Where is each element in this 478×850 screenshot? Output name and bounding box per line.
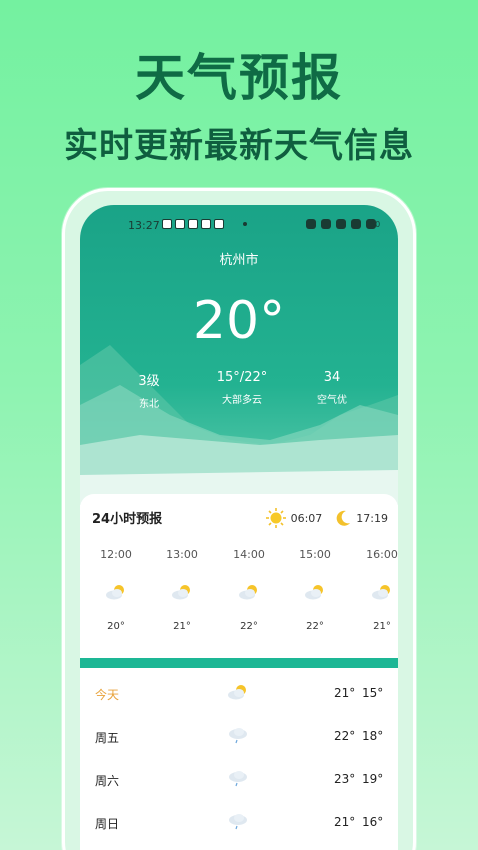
light-rain-icon	[229, 814, 247, 830]
app-notification-icon	[162, 219, 172, 229]
aqi-value: 34	[323, 370, 341, 385]
status-time: 13:27	[128, 219, 160, 232]
system-icons: 50	[306, 219, 380, 229]
network-icon	[351, 219, 361, 229]
hour-time: 13:00	[166, 548, 198, 561]
city-name[interactable]: 杭州市	[80, 249, 398, 268]
hour-temp: 20°	[107, 621, 125, 632]
day-label: 周五	[95, 731, 120, 745]
status-bar: 13:27 50	[80, 217, 398, 235]
hour-item: 15:00 22°	[285, 548, 345, 632]
sunset-time: 17:19	[356, 511, 388, 525]
day-high: 21°	[334, 686, 356, 700]
partly-cloudy-icon	[106, 585, 124, 600]
light-rain-icon	[229, 771, 247, 787]
hour-temp: 22°	[240, 621, 258, 632]
hour-item: 14:00 22°	[219, 548, 279, 632]
wifi-icon	[336, 219, 346, 229]
day-low: 18°	[362, 729, 384, 743]
day-high: 21°	[334, 815, 356, 829]
sunrise-time: 06:07	[290, 511, 323, 525]
day-label: 周六	[95, 774, 120, 788]
daily-row[interactable]: 周日 21° 16°	[80, 803, 398, 843]
mountain-illustration	[80, 345, 398, 505]
sun-icon	[265, 508, 286, 528]
partly-cloudy-icon	[172, 585, 190, 600]
app-notification-icon	[201, 219, 211, 229]
daily-row[interactable]: 周五 22° 18°	[80, 717, 398, 757]
sun-times: 06:07 17:19	[265, 507, 388, 529]
day-low: 16°	[362, 815, 384, 829]
app-notification-icon	[214, 219, 224, 229]
current-temperature: 20°	[192, 291, 286, 351]
hour-item: 12:00 20°	[86, 548, 146, 632]
daily-row[interactable]: 周六 23° 19°	[80, 760, 398, 800]
forecast-card: 24小时预报 06:07 17:19 12:00 20° 13:00 21° 1…	[80, 494, 398, 850]
partly-cloudy-icon	[239, 585, 257, 600]
location-icon	[321, 219, 331, 229]
section-divider	[80, 658, 398, 668]
promo-subtitle: 实时更新最新天气信息	[64, 126, 414, 166]
hour-item: 16:00 21°	[352, 548, 398, 632]
app-screen: 13:27 50 杭州市 20° 3级 东北 15°/22° 大部多云 34 空…	[80, 205, 398, 850]
notification-icons	[162, 219, 224, 229]
day-label: 周日	[95, 817, 120, 831]
daily-row[interactable]: 今天 21° 15°	[80, 674, 398, 714]
partly-cloudy-icon	[228, 685, 246, 700]
day-low: 15°	[362, 686, 384, 700]
promo-title: 天气预报	[135, 49, 343, 107]
hour-time: 15:00	[299, 548, 331, 561]
day-high: 23°	[334, 772, 356, 786]
hour-temp: 22°	[306, 621, 324, 632]
battery-icon: 50	[366, 219, 380, 229]
day-low: 19°	[362, 772, 384, 786]
wind-direction: 东北	[139, 399, 159, 410]
partly-cloudy-icon	[372, 585, 390, 600]
temp-range: 15°/22°	[216, 370, 268, 385]
day-high: 22°	[334, 729, 356, 743]
hour-temp: 21°	[373, 621, 391, 632]
hour-time: 16:00	[366, 548, 398, 561]
app-notification-icon	[175, 219, 185, 229]
hourly-forecast-title: 24小时预报	[92, 512, 163, 527]
air-quality-stat: 34 空气优	[282, 370, 382, 406]
light-rain-icon	[229, 728, 247, 744]
alarm-icon	[306, 219, 316, 229]
hour-time: 14:00	[233, 548, 265, 561]
day-label: 今天	[95, 688, 120, 702]
hour-time: 12:00	[100, 548, 132, 561]
partly-cloudy-icon	[305, 585, 323, 600]
aqi-label: 空气优	[317, 395, 347, 406]
hour-item: 13:00 21°	[152, 548, 212, 632]
temp-range-stat: 15°/22° 大部多云	[192, 370, 292, 406]
wind-stat: 3级 东北	[99, 370, 199, 410]
more-notifications-dot	[243, 222, 247, 226]
wind-level: 3级	[138, 374, 160, 389]
hour-temp: 21°	[173, 621, 191, 632]
app-notification-icon	[188, 219, 198, 229]
weather-hero: 13:27 50 杭州市 20° 3级 东北 15°/22° 大部多云 34 空…	[80, 205, 398, 505]
weather-condition: 大部多云	[222, 395, 262, 406]
moon-icon	[336, 510, 351, 526]
